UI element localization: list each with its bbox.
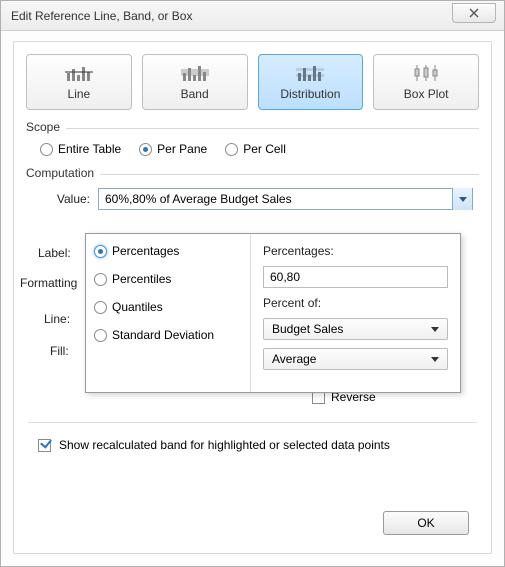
percent-of-agg-text: Average [272,352,316,366]
radio-icon [94,245,107,258]
radio-icon [40,143,53,156]
dialog: Edit Reference Line, Band, or Box Line [0,0,505,567]
scope-per-pane-radio[interactable]: Per Pane [139,142,207,156]
percent-of-field-select[interactable]: Budget Sales [263,318,448,340]
scope-per-cell-radio[interactable]: Per Cell [225,142,286,156]
percentages-input[interactable]: 60,80 [263,266,448,288]
scope-entire-table-label: Entire Table [58,142,121,156]
line-label: Line: [44,312,70,326]
percent-of-agg-select[interactable]: Average [263,348,448,370]
value-combo[interactable]: 60%,80% of Average Budget Sales [98,188,473,210]
type-selector-row: Line Band Distributio [26,54,479,110]
titlebar: Edit Reference Line, Band, or Box [1,1,504,31]
radio-icon [139,143,152,156]
line-icon [64,63,94,83]
scope-per-cell-label: Per Cell [243,142,286,156]
value-dropdown-popup: Percentages Percentiles Quantiles Standa… [85,233,461,393]
percentages-input-text: 60,80 [270,270,300,284]
scope-group: Scope Entire Table Per Pane Per Cell [26,120,479,160]
type-boxplot-label: Box Plot [404,87,449,101]
dist-percentages-label: Percentages [112,244,179,258]
computation-group-label: Computation [26,166,100,180]
distribution-icon [295,63,325,83]
value-label: Value: [40,192,98,206]
percent-of-label: Percent of: [263,296,448,310]
scope-entire-table-radio[interactable]: Entire Table [40,142,121,156]
dist-stddev-label: Standard Deviation [112,328,214,342]
fill-label: Fill: [50,344,69,358]
scope-group-label: Scope [26,120,66,134]
percent-of-field-text: Budget Sales [272,322,343,336]
distribution-params: Percentages: 60,80 Percent of: Budget Sa… [251,234,460,392]
formatting-label: Formatting [20,276,77,290]
divider [28,422,477,423]
chevron-down-icon [452,188,472,210]
recalculated-band-label: Show recalculated band for highlighted o… [59,438,390,452]
scope-per-pane-label: Per Pane [157,142,207,156]
close-button[interactable] [452,3,496,23]
recalculated-band-row: Show recalculated band for highlighted o… [38,438,390,452]
type-band-label: Band [181,87,209,101]
dist-quantiles-radio[interactable]: Quantiles [94,300,242,314]
dist-percentiles-radio[interactable]: Percentiles [94,272,242,286]
radio-icon [94,329,107,342]
type-line-label: Line [68,87,91,101]
dist-stddev-radio[interactable]: Standard Deviation [94,328,242,342]
type-line-button[interactable]: Line [26,54,132,110]
ok-button[interactable]: OK [383,511,469,535]
dist-percentages-radio[interactable]: Percentages [94,244,242,258]
radio-icon [225,143,238,156]
radio-icon [94,301,107,314]
radio-icon [94,273,107,286]
distribution-type-list: Percentages Percentiles Quantiles Standa… [86,234,251,392]
type-distribution-label: Distribution [280,87,340,101]
dist-quantiles-label: Quantiles [112,300,163,314]
boxplot-icon [411,63,441,83]
ok-button-label: OK [417,516,434,530]
percentages-label: Percentages: [263,244,448,258]
type-boxplot-button[interactable]: Box Plot [373,54,479,110]
recalculated-band-checkbox[interactable] [38,439,51,452]
value-combo-text: 60%,80% of Average Budget Sales [105,192,292,206]
band-icon [180,63,210,83]
computation-group: Computation Value: 60%,80% of Average Bu… [26,166,479,224]
type-band-button[interactable]: Band [142,54,248,110]
label-label: Label: [38,246,71,260]
close-icon [468,8,480,18]
type-distribution-button[interactable]: Distribution [258,54,364,110]
dialog-title: Edit Reference Line, Band, or Box [11,9,192,23]
dist-percentiles-label: Percentiles [112,272,171,286]
